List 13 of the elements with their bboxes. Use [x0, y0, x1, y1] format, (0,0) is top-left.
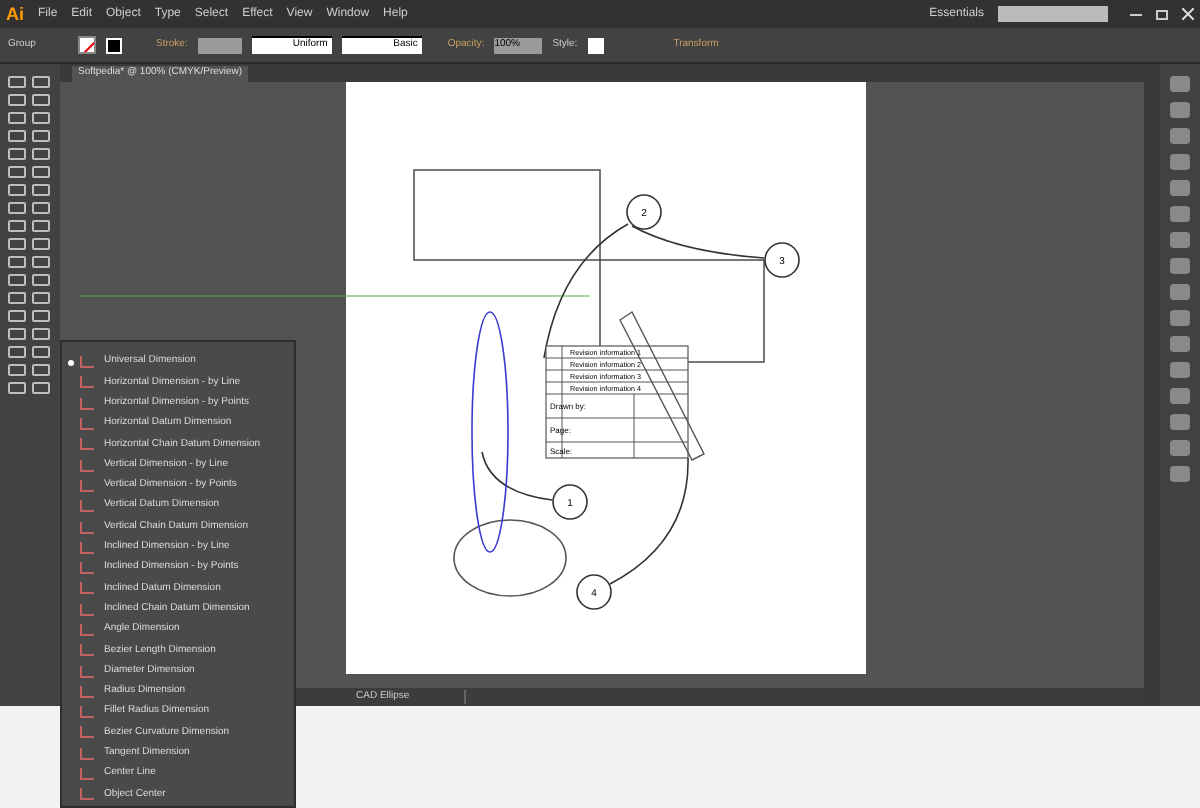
app-logo: Ai — [6, 5, 24, 23]
leader-line — [481, 451, 553, 501]
maximize-icon[interactable] — [1156, 9, 1168, 19]
stroke-swatch[interactable] — [106, 37, 122, 53]
leader-line — [609, 457, 689, 585]
search-field[interactable] — [998, 6, 1108, 22]
vertical-scrollbar[interactable] — [1144, 64, 1160, 706]
close-icon[interactable] — [1182, 8, 1194, 20]
minimize-icon[interactable] — [1130, 13, 1142, 15]
stroke-weight-field[interactable] — [197, 37, 242, 53]
ellipse-shape — [453, 519, 567, 597]
style-swatch[interactable] — [587, 37, 604, 53]
fill-swatch[interactable] — [78, 36, 96, 54]
